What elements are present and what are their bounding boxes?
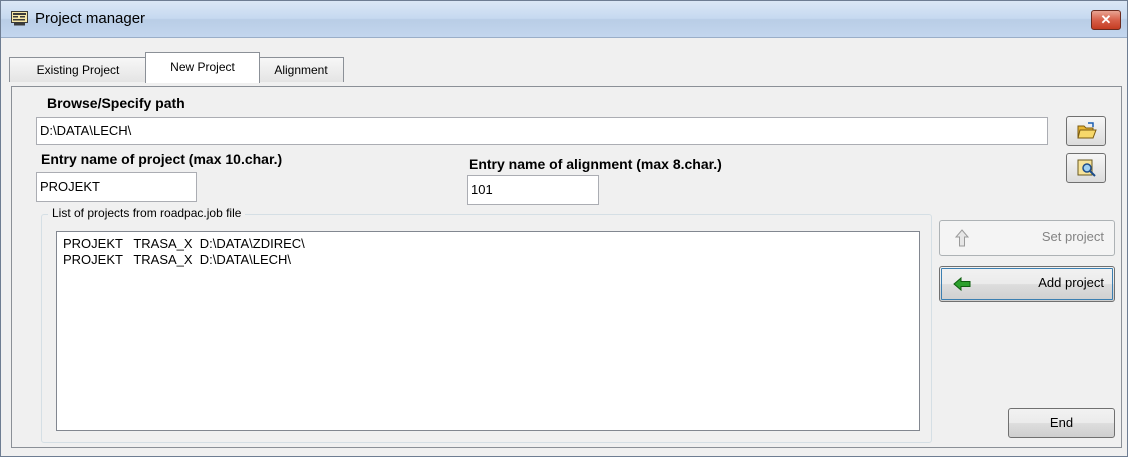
close-icon: ✕: [1100, 12, 1112, 27]
project-manager-window: Project manager ✕ Existing Project New P…: [0, 0, 1128, 457]
tab-new-project[interactable]: New Project: [145, 52, 260, 83]
end-label: End: [1049, 415, 1074, 430]
project-list-caption: List of projects from roadpac.job file: [48, 206, 246, 220]
list-item[interactable]: PROJEKT TRASA_X D:\DATA\ZDIREC\: [63, 236, 919, 252]
add-project-label: Add project: [1038, 275, 1104, 290]
path-input[interactable]: D:\DATA\LECH\: [36, 117, 1048, 145]
project-manager-icon: [11, 11, 28, 26]
open-folder-icon: [1077, 122, 1097, 143]
tab-alignment[interactable]: Alignment: [258, 57, 344, 82]
tab-existing-project[interactable]: Existing Project: [9, 57, 147, 82]
search-project-button[interactable]: [1066, 153, 1106, 183]
project-name-label: Entry name of project (max 10.char.): [41, 151, 283, 167]
add-project-button[interactable]: Add project: [939, 266, 1115, 302]
project-name-input[interactable]: PROJEKT: [36, 172, 197, 202]
set-project-label: Set project: [1041, 229, 1104, 244]
alignment-name-label: Entry name of alignment (max 8.char.): [469, 156, 722, 172]
browse-folder-button[interactable]: [1066, 116, 1106, 146]
list-item[interactable]: PROJEKT TRASA_X D:\DATA\LECH\: [63, 252, 919, 268]
up-arrow-icon: [953, 229, 971, 247]
window-title: Project manager: [35, 10, 146, 27]
alignment-name-input[interactable]: 101: [467, 175, 599, 205]
set-project-button[interactable]: Set project: [939, 220, 1115, 256]
search-document-icon: [1077, 159, 1097, 180]
project-listbox[interactable]: PROJEKT TRASA_X D:\DATA\ZDIREC\ PROJEKT …: [56, 231, 920, 431]
end-button[interactable]: End: [1008, 408, 1115, 438]
title-bar: Project manager ✕: [1, 1, 1127, 38]
browse-label: Browse/Specify path: [47, 95, 185, 111]
left-arrow-icon: [953, 276, 971, 294]
close-button[interactable]: ✕: [1091, 10, 1121, 30]
